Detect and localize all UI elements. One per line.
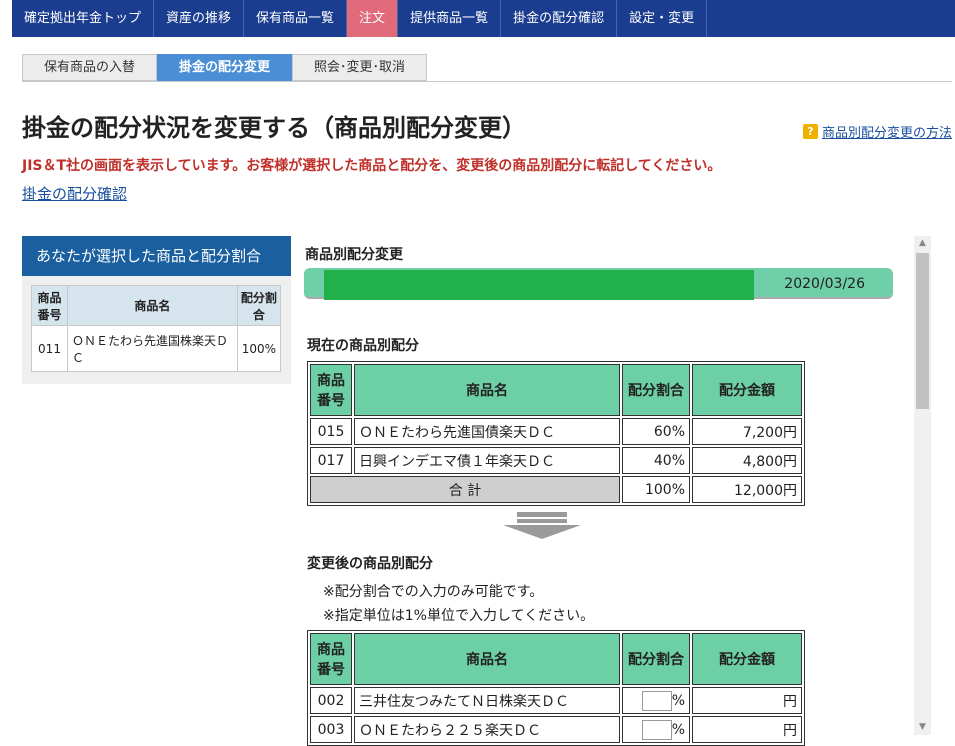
product-amount: 円: [692, 716, 802, 743]
table-row: 003 ＯＮＥたわら２２５楽天ＤＣ % 円: [310, 716, 802, 743]
product-code: 017: [310, 447, 352, 474]
table-row: 011 ＯＮＥたわら先進国株楽天ＤＣ 100%: [31, 325, 282, 372]
scroll-thumb[interactable]: [916, 253, 929, 409]
product-pct: 100%: [236, 325, 282, 372]
pct-input[interactable]: [641, 719, 672, 740]
product-amount: 7,200円: [692, 418, 802, 445]
product-amount: 4,800円: [692, 447, 802, 474]
current-allocation-title: 現在の商品別配分: [307, 338, 419, 354]
sub-tabs: 保有商品の入替 掛金の配分変更 照会･変更･取消: [22, 54, 428, 81]
pct-input[interactable]: [641, 690, 672, 711]
nav-item-5[interactable]: 掛金の配分確認: [501, 0, 618, 37]
total-label: 合 計: [310, 476, 620, 503]
after-allocation-title: 変更後の商品別配分: [307, 556, 433, 572]
col-name: 商品名: [67, 285, 238, 326]
progress-date: 2020/03/26: [784, 276, 865, 292]
product-pct: 40%: [622, 447, 690, 474]
col-code: 商品番号: [31, 285, 68, 326]
col-name: 商品名: [354, 633, 620, 685]
nav-item-6[interactable]: 設定・変更: [617, 0, 708, 37]
col-name: 商品名: [354, 364, 620, 416]
nav-item-2[interactable]: 保有商品一覧: [244, 0, 348, 37]
pct-cell: %: [622, 687, 690, 714]
panel-header: あなたが選択した商品と配分割合: [22, 236, 291, 276]
nav-item-4[interactable]: 提供商品一覧: [398, 0, 502, 37]
col-amount: 配分金額: [692, 364, 802, 416]
scroll-down-icon[interactable]: ▼: [914, 720, 931, 735]
question-icon: ?: [802, 124, 818, 139]
pct-suffix: %: [671, 721, 685, 738]
total-row: 合 計 100% 12,000円: [310, 476, 802, 503]
table-row: 017 日興インデエマ債１年楽天ＤＣ 40% 4,800円: [310, 447, 802, 474]
product-code: 002: [310, 687, 352, 714]
selected-products-panel: あなたが選択した商品と配分割合 商品番号 商品名 配分割合 011 ＯＮＥたわら…: [22, 236, 291, 384]
section-title: 商品別配分変更: [305, 247, 403, 263]
table-row: 002 三井住友つみたてＮ日株楽天ＤＣ % 円: [310, 687, 802, 714]
page-title: 掛金の配分状況を変更する（商品別配分変更）: [22, 114, 526, 142]
product-name: ＯＮＥたわら先進国債楽天ＤＣ: [354, 418, 620, 445]
confirm-allocation-link[interactable]: 掛金の配分確認: [22, 183, 127, 204]
tab-inquiry[interactable]: 照会･変更･取消: [292, 54, 428, 81]
col-pct: 配分割合: [622, 633, 690, 685]
notice-text: JIS＆T社の画面を表示しています。お客様が選択した商品と配分を、変更後の商品別…: [22, 158, 722, 174]
col-pct: 配分割合: [622, 364, 690, 416]
nav-item-1[interactable]: 資産の推移: [154, 0, 245, 37]
scroll-up-icon[interactable]: ▲: [914, 236, 931, 251]
tab-product-switch[interactable]: 保有商品の入替: [22, 54, 158, 81]
vertical-scrollbar[interactable]: ▲ ▼: [914, 236, 931, 735]
product-name: 三井住友つみたてＮ日株楽天ＤＣ: [354, 687, 620, 714]
product-code: 015: [310, 418, 352, 445]
product-code: 003: [310, 716, 352, 743]
table-row: 015 ＯＮＥたわら先進国債楽天ＤＣ 60% 7,200円: [310, 418, 802, 445]
tab-contribution-change[interactable]: 掛金の配分変更: [157, 54, 293, 81]
pct-suffix: %: [671, 692, 685, 709]
help-link-text[interactable]: 商品別配分変更の方法: [822, 122, 952, 141]
col-amount: 配分金額: [692, 633, 802, 685]
tab-divider: [22, 81, 952, 82]
product-name: ＯＮＥたわら先進国株楽天ＤＣ: [67, 325, 238, 372]
total-amount: 12,000円: [692, 476, 802, 503]
note-text: ※指定単位は1%単位で入力してください。: [323, 608, 595, 624]
progress-bar: 2020/03/26: [304, 268, 893, 300]
product-code: 011: [31, 325, 68, 372]
after-allocation-table: 商品番号 商品名 配分割合 配分金額 002 三井住友つみたてＮ日株楽天ＤＣ %…: [307, 630, 805, 746]
nav-item-3[interactable]: 注文: [347, 0, 399, 37]
product-name: ＯＮＥたわら２２５楽天ＤＣ: [354, 716, 620, 743]
product-amount: 円: [692, 687, 802, 714]
help-link[interactable]: ? 商品別配分変更の方法: [802, 122, 952, 141]
pct-cell: %: [622, 716, 690, 743]
col-pct: 配分割合: [236, 285, 282, 326]
col-code: 商品番号: [310, 364, 352, 416]
top-nav: 確定拠出年金トップ 資産の推移 保有商品一覧 注文 提供商品一覧 掛金の配分確認 設定・変更: [12, 0, 955, 37]
note-text: ※配分割合での入力のみ可能です。: [323, 584, 544, 600]
nav-item-0[interactable]: 確定拠出年金トップ: [12, 0, 155, 37]
total-pct: 100%: [622, 476, 690, 503]
current-allocation-table: 商品番号 商品名 配分割合 配分金額 015 ＯＮＥたわら先進国債楽天ＤＣ 60…: [307, 361, 805, 506]
down-arrow-icon: [503, 512, 581, 539]
product-name: 日興インデエマ債１年楽天ＤＣ: [354, 447, 620, 474]
selected-products-table: 商品番号 商品名 配分割合 011 ＯＮＥたわら先進国株楽天ＤＣ 100%: [31, 285, 282, 372]
product-pct: 60%: [622, 418, 690, 445]
progress-fill: [324, 270, 754, 300]
col-code: 商品番号: [310, 633, 352, 685]
